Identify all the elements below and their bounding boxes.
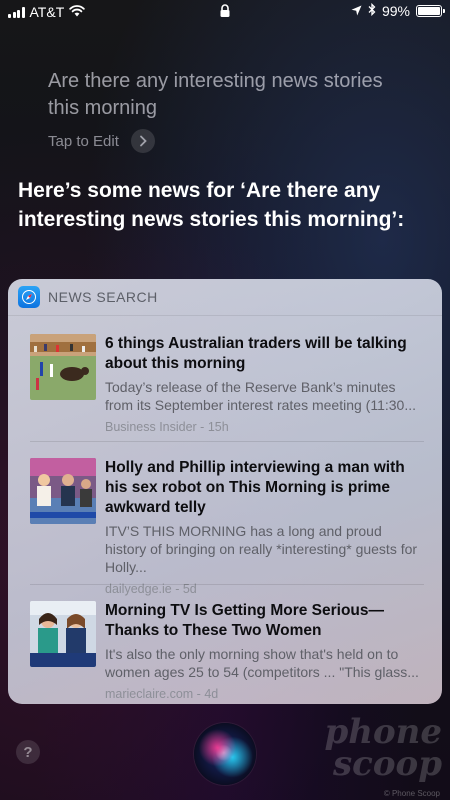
news-headline: 6 things Australian traders will be talk… xyxy=(105,335,407,372)
tap-to-edit-label: Tap to Edit xyxy=(48,132,119,150)
lock-icon xyxy=(220,4,231,21)
battery-icon xyxy=(416,5,445,17)
cellular-signal-icon xyxy=(8,6,25,18)
location-icon xyxy=(351,3,362,19)
news-search-card: NEWS SEARCH 6 things Australian traders … xyxy=(8,279,442,704)
watermark-line2: scoop xyxy=(333,744,442,784)
news-thumbnail-stampede xyxy=(30,334,96,400)
news-headline: Morning TV Is Getting More Serious—Thank… xyxy=(105,602,385,639)
news-snippet: It's also the only morning show that's h… xyxy=(105,646,419,680)
news-thumbnail-anchors xyxy=(30,601,96,667)
watermark-small: © Phone Scoop xyxy=(383,789,440,798)
news-headline: Holly and Phillip interviewing a man wit… xyxy=(105,459,405,516)
news-source: Business Insider - 15h xyxy=(105,420,229,434)
news-item[interactable]: Holly and Phillip interviewing a man wit… xyxy=(30,458,424,596)
siri-button[interactable] xyxy=(194,723,256,785)
card-header: NEWS SEARCH xyxy=(8,279,442,316)
siri-response-text: Here’s some news for ‘Are there any inte… xyxy=(18,179,405,231)
safari-compass-icon xyxy=(18,286,40,308)
news-snippet: Today’s release of the Reserve Bank’s mi… xyxy=(105,379,416,413)
chevron-right-icon[interactable] xyxy=(130,129,155,153)
help-button[interactable]: ? xyxy=(16,740,40,764)
carrier-label: AT&T xyxy=(29,4,65,20)
divider xyxy=(30,441,424,442)
card-title: NEWS SEARCH xyxy=(48,289,158,305)
news-item[interactable]: Morning TV Is Getting More Serious—Thank… xyxy=(30,601,424,701)
news-item[interactable]: 6 things Australian traders will be talk… xyxy=(30,334,424,434)
divider xyxy=(30,584,424,585)
news-thumbnail-tv-studio xyxy=(30,458,96,524)
tap-to-edit-button[interactable]: Tap to Edit xyxy=(48,129,155,153)
watermark-logo: phone scoop xyxy=(324,715,442,784)
news-source: marieclaire.com - 4d xyxy=(105,687,219,701)
battery-percent: 99% xyxy=(381,3,410,19)
wifi-icon xyxy=(69,4,85,20)
siri-query-text[interactable]: Are there any interesting news stories t… xyxy=(48,68,388,122)
news-snippet: ITV’S THIS MORNING has a long and proud … xyxy=(105,523,418,575)
bluetooth-icon xyxy=(368,2,376,19)
status-bar: AT&T 99% xyxy=(0,0,450,24)
